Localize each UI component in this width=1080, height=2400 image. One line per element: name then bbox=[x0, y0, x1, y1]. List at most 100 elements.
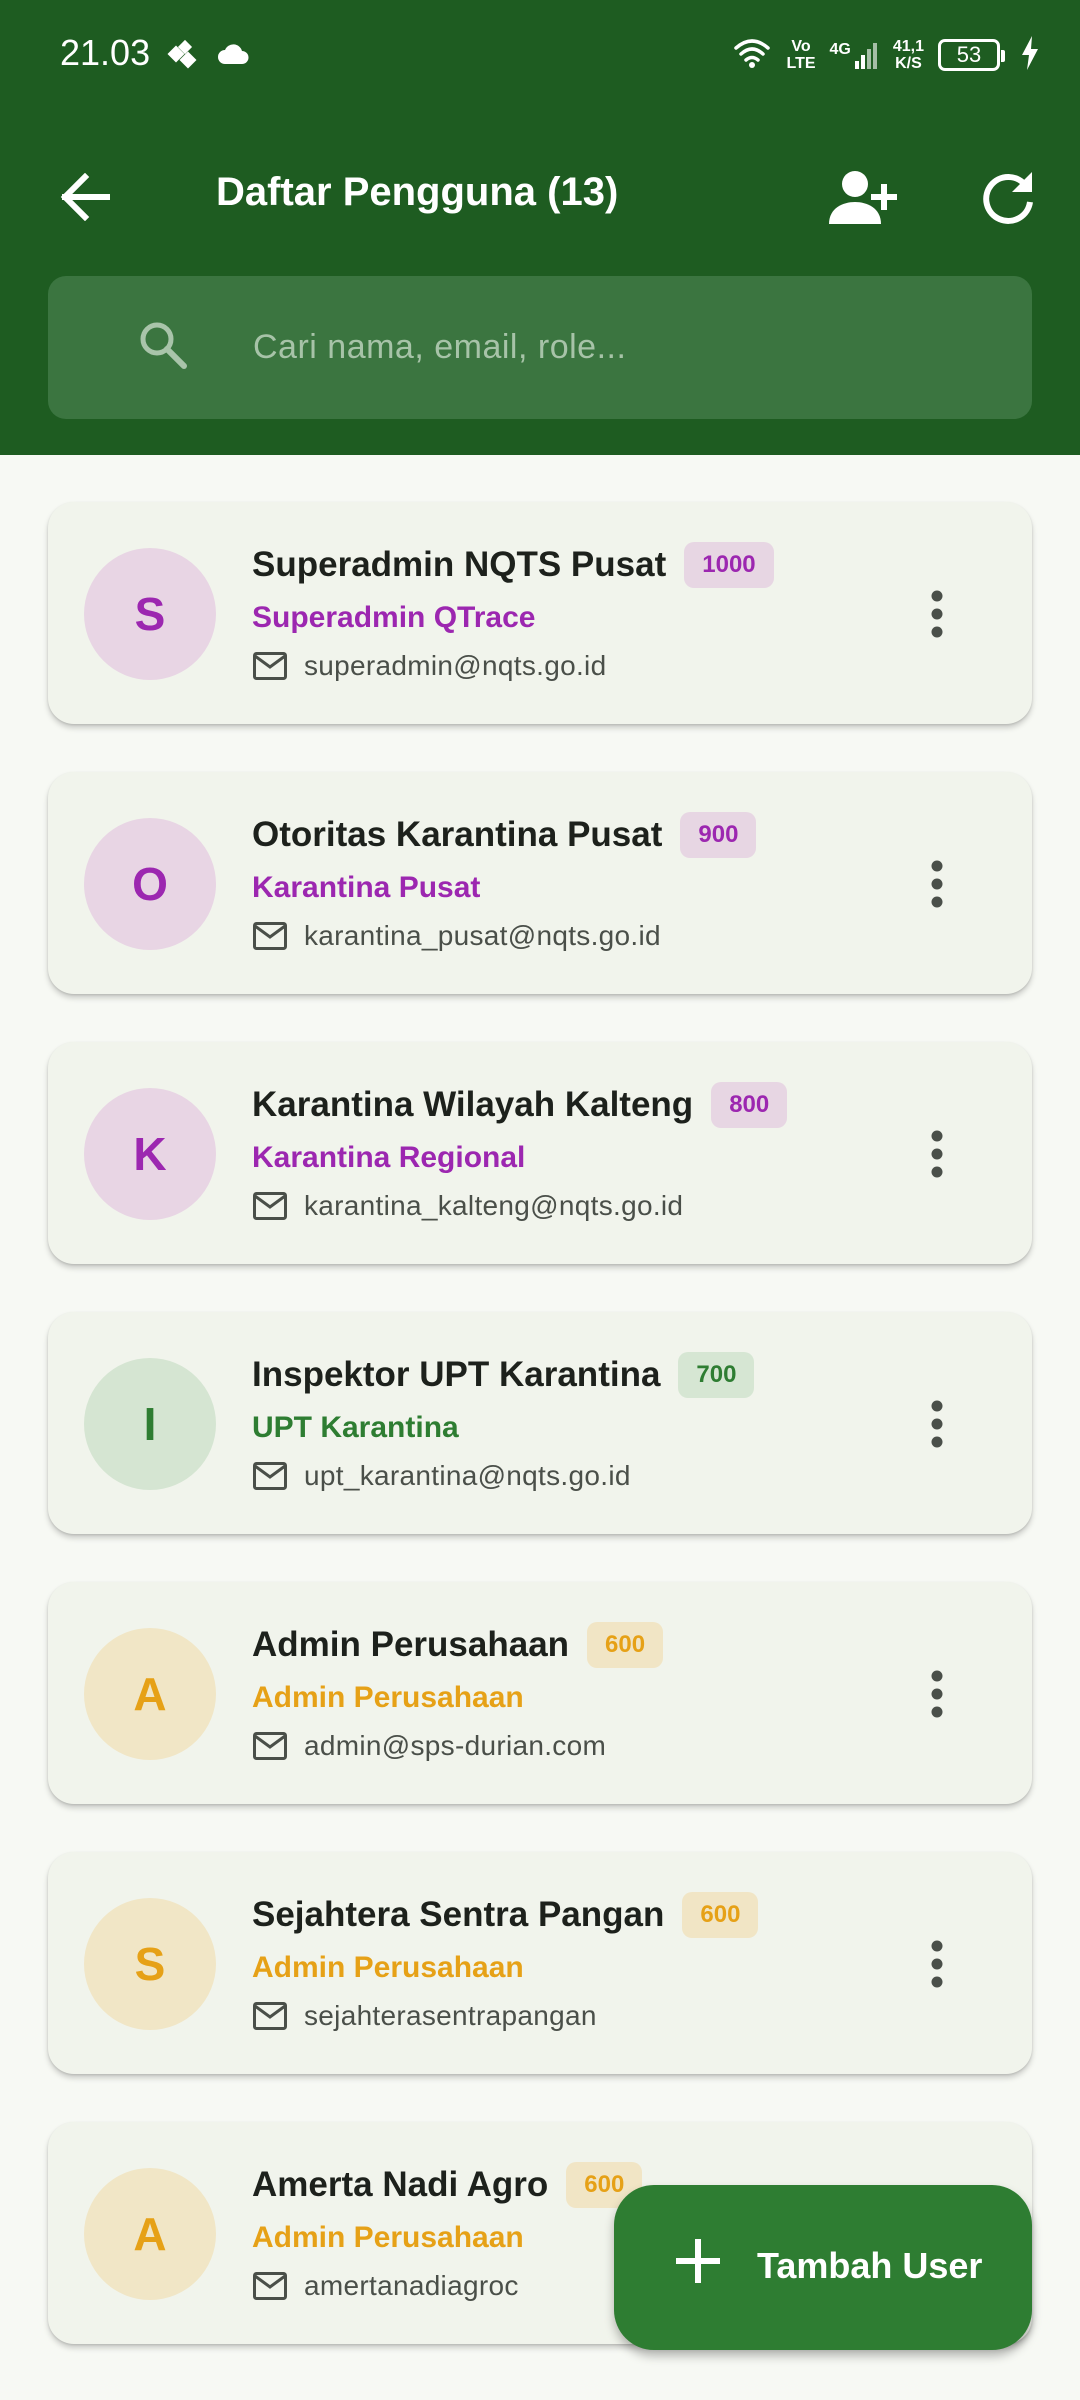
level-badge: 1000 bbox=[684, 542, 774, 588]
mail-icon bbox=[252, 1458, 288, 1494]
mail-icon bbox=[252, 648, 288, 684]
status-bar: 21.03 Vo LTE 4G 41,1 K/S 53 bbox=[0, 0, 1080, 110]
avatar-initial: A bbox=[133, 2208, 167, 2260]
user-email: karantina_pusat@nqts.go.id bbox=[304, 920, 661, 951]
more-vert-icon bbox=[931, 1130, 943, 1178]
avatar-initial: O bbox=[132, 858, 168, 910]
avatar-initial: K bbox=[133, 1128, 167, 1180]
user-email: sejahterasentrapangan bbox=[304, 2000, 597, 2031]
level-badge: 900 bbox=[680, 812, 757, 858]
user-card[interactable]: A Admin Perusahaan 600 Admin Perusahaan … bbox=[48, 1582, 1032, 1804]
user-email: karantina_kalteng@nqts.go.id bbox=[304, 1190, 684, 1221]
more-options-button[interactable] bbox=[922, 1662, 952, 1726]
avatar-initial: I bbox=[143, 1398, 157, 1450]
battery-level: 53 bbox=[956, 42, 982, 67]
speed-value: 41,1 bbox=[892, 38, 924, 55]
email-row: karantina_kalteng@nqts.go.id bbox=[252, 1184, 892, 1228]
avatar: I bbox=[84, 1358, 216, 1490]
volte-bottom-label: LTE bbox=[786, 55, 816, 72]
level-badge: 600 bbox=[682, 1892, 759, 1938]
level-badge: 700 bbox=[678, 1352, 755, 1398]
search-bar[interactable] bbox=[48, 276, 1032, 419]
avatar: A bbox=[84, 1628, 216, 1760]
user-card[interactable]: K Karantina Wilayah Kalteng 800 Karantin… bbox=[48, 1042, 1032, 1264]
user-card[interactable]: I Inspektor UPT Karantina 700 UPT Karant… bbox=[48, 1312, 1032, 1534]
avatar-initial: A bbox=[133, 1668, 167, 1720]
user-name: Sejahtera Sentra Pangan bbox=[252, 1895, 665, 1934]
more-options-button[interactable] bbox=[922, 1392, 952, 1456]
app-icon bbox=[166, 38, 200, 77]
avatar-initial: S bbox=[134, 588, 166, 640]
avatar: O bbox=[84, 818, 216, 950]
mail-icon bbox=[252, 1188, 288, 1224]
user-email: upt_karantina@nqts.go.id bbox=[304, 1460, 631, 1491]
more-options-button[interactable] bbox=[922, 1122, 952, 1186]
refresh-button[interactable] bbox=[966, 156, 1050, 240]
wifi-icon bbox=[732, 36, 772, 75]
volte-top-label: Vo bbox=[791, 38, 811, 55]
charging-icon bbox=[1020, 35, 1040, 75]
search-input[interactable] bbox=[253, 316, 993, 378]
user-info: Superadmin NQTS Pusat 1000 Superadmin QT… bbox=[252, 540, 892, 688]
user-card[interactable]: S Superadmin NQTS Pusat 1000 Superadmin … bbox=[48, 502, 1032, 724]
person-add-icon bbox=[829, 171, 897, 224]
plus-icon bbox=[674, 2237, 722, 2290]
mail-icon bbox=[252, 918, 288, 954]
speed-indicator: 41,1 K/S bbox=[893, 38, 924, 72]
mail-icon bbox=[252, 1998, 288, 2034]
avatar: A bbox=[84, 2168, 216, 2300]
user-info: Otoritas Karantina Pusat 900 Karantina P… bbox=[252, 810, 892, 958]
more-vert-icon bbox=[931, 1670, 943, 1718]
user-role: Karantina Pusat bbox=[252, 871, 481, 904]
user-role: Admin Perusahaan bbox=[252, 1681, 524, 1714]
user-role: UPT Karantina bbox=[252, 1411, 459, 1444]
search-icon bbox=[138, 320, 188, 375]
app-bar: Daftar Pengguna (13) bbox=[0, 140, 1080, 250]
page-title: Daftar Pengguna (13) bbox=[216, 170, 619, 214]
speed-unit: K/S bbox=[895, 55, 922, 72]
user-card[interactable]: S Sejahtera Sentra Pangan 600 Admin Peru… bbox=[48, 1852, 1032, 2074]
user-email: admin@sps-durian.com bbox=[304, 1730, 607, 1761]
user-name: Otoritas Karantina Pusat bbox=[252, 815, 663, 854]
more-vert-icon bbox=[931, 590, 943, 638]
more-vert-icon bbox=[931, 1940, 943, 1988]
app-header: 21.03 Vo LTE 4G 41,1 K/S 53 Daftar Pengg… bbox=[0, 0, 1080, 455]
avatar: K bbox=[84, 1088, 216, 1220]
user-email: superadmin@nqts.go.id bbox=[304, 650, 607, 681]
user-name: Inspektor UPT Karantina bbox=[252, 1355, 661, 1394]
more-vert-icon bbox=[931, 860, 943, 908]
user-info: Sejahtera Sentra Pangan 600 Admin Perusa… bbox=[252, 1890, 892, 2038]
user-name: Admin Perusahaan bbox=[252, 1625, 570, 1664]
more-vert-icon bbox=[931, 1400, 943, 1448]
name-row: Otoritas Karantina Pusat 900 bbox=[252, 810, 892, 860]
status-time: 21.03 bbox=[60, 32, 151, 73]
name-row: Sejahtera Sentra Pangan 600 bbox=[252, 1890, 892, 1940]
user-info: Admin Perusahaan 600 Admin Perusahaan ad… bbox=[252, 1620, 892, 1768]
mail-icon bbox=[252, 1728, 288, 1764]
add-user-fab[interactable]: Tambah User bbox=[614, 2185, 1032, 2350]
user-name: Karantina Wilayah Kalteng bbox=[252, 1085, 694, 1124]
volte-indicator: Vo LTE bbox=[786, 38, 815, 72]
email-row: upt_karantina@nqts.go.id bbox=[252, 1454, 892, 1498]
name-row: Karantina Wilayah Kalteng 800 bbox=[252, 1080, 892, 1130]
more-options-button[interactable] bbox=[922, 582, 952, 646]
name-row: Admin Perusahaan 600 bbox=[252, 1620, 892, 1670]
status-indicators: Vo LTE 4G 41,1 K/S 53 bbox=[732, 30, 1040, 80]
more-options-button[interactable] bbox=[922, 1932, 952, 1996]
name-row: Superadmin NQTS Pusat 1000 bbox=[252, 540, 892, 590]
battery-icon: 53 bbox=[938, 39, 1005, 71]
user-card[interactable]: O Otoritas Karantina Pusat 900 Karantina… bbox=[48, 772, 1032, 994]
user-info: Karantina Wilayah Kalteng 800 Karantina … bbox=[252, 1080, 892, 1228]
cloud-icon bbox=[216, 42, 250, 71]
back-button[interactable] bbox=[50, 162, 120, 232]
avatar: S bbox=[84, 548, 216, 680]
add-user-button[interactable] bbox=[822, 156, 906, 240]
signal-icon: 4G bbox=[830, 41, 879, 69]
user-name: Amerta Nadi Agro bbox=[252, 2165, 549, 2204]
more-options-button[interactable] bbox=[922, 852, 952, 916]
email-row: sejahterasentrapangan bbox=[252, 1994, 892, 2038]
avatar: S bbox=[84, 1898, 216, 2030]
refresh-icon bbox=[983, 172, 1033, 224]
user-role: Karantina Regional bbox=[252, 1141, 526, 1174]
email-row: admin@sps-durian.com bbox=[252, 1724, 892, 1768]
